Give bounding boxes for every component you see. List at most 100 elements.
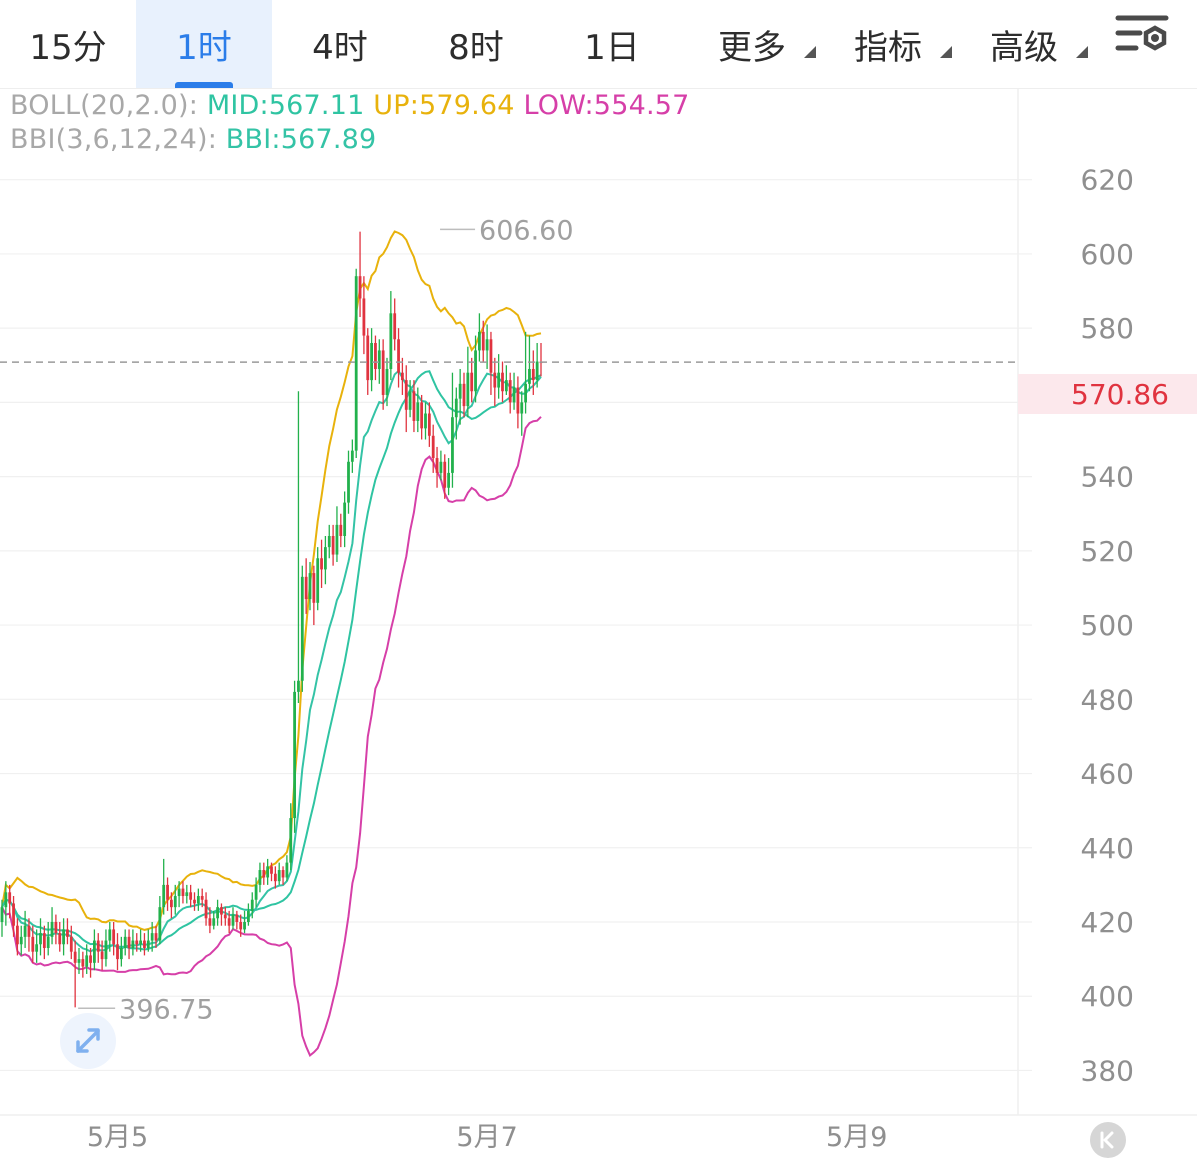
candle — [489, 331, 493, 395]
candle — [504, 365, 508, 395]
candle-body — [243, 922, 246, 930]
candle — [354, 268, 358, 459]
candle — [81, 951, 85, 978]
candle — [50, 907, 54, 945]
candle — [116, 933, 119, 971]
expand-arrows-glyph — [76, 1028, 100, 1053]
candle — [39, 918, 42, 956]
candle — [327, 524, 331, 559]
chart-settings-icon[interactable] — [1112, 6, 1174, 68]
candle-body — [8, 892, 12, 904]
tab-15min[interactable]: 15分 — [0, 0, 136, 88]
candle — [370, 328, 373, 392]
candle-body — [504, 380, 508, 392]
tab-more[interactable]: 更多 — [690, 0, 816, 88]
y-tick-label: 440 — [1081, 832, 1134, 865]
candle — [401, 357, 404, 395]
candle — [539, 343, 543, 377]
candle-body — [404, 380, 408, 410]
candle-body — [112, 929, 116, 945]
candle-body — [154, 933, 158, 941]
candle — [381, 339, 385, 410]
candle — [458, 368, 462, 425]
candle-body — [497, 372, 501, 388]
candle — [258, 862, 262, 893]
boll-low-value: LOW:554.57 — [523, 90, 690, 121]
candle — [447, 458, 450, 496]
candle-body — [454, 398, 458, 418]
tab-1hour[interactable]: 1时 — [136, 0, 272, 88]
y-tick-label: 420 — [1081, 906, 1134, 939]
candle-body — [204, 899, 208, 919]
candle — [19, 925, 23, 956]
candle-body — [451, 417, 454, 473]
candle-body — [62, 929, 65, 945]
candle-body — [508, 380, 512, 403]
candle-body — [158, 907, 162, 941]
candle-body — [247, 910, 250, 922]
candle — [281, 866, 285, 885]
kline-chart[interactable]: 3804004204404604805005205405605806006205… — [0, 0, 1197, 1156]
candle — [273, 866, 277, 889]
candle-body — [462, 383, 466, 407]
candle-body — [270, 866, 273, 874]
scroll-to-latest-icon[interactable] — [1090, 1122, 1126, 1158]
candle-body — [297, 680, 300, 692]
candle — [62, 918, 65, 956]
candle — [339, 513, 343, 548]
candle-body — [416, 402, 420, 421]
tab-label: 高级 — [990, 27, 1058, 68]
candle — [104, 929, 108, 967]
candle-body — [520, 402, 524, 414]
candle-body — [366, 335, 370, 381]
tab-8hour[interactable]: 8时 — [408, 0, 544, 88]
tab-4hour[interactable]: 4时 — [272, 0, 408, 88]
candle-body — [123, 936, 127, 948]
candle — [524, 331, 527, 414]
current-price-label: 570.86 — [1071, 377, 1169, 411]
candle — [374, 335, 377, 381]
candle — [54, 914, 58, 945]
candle-body — [324, 547, 327, 570]
candle — [331, 524, 335, 566]
boll-legend: BOLL(20,2.0): MID:567.11 UP:579.64 LOW:5… — [10, 90, 690, 121]
candle-body — [146, 940, 150, 948]
x-tick-label: 5月7 — [456, 1122, 517, 1153]
candle — [393, 298, 397, 351]
candle — [131, 929, 135, 956]
candle-body — [46, 936, 50, 948]
candle-body — [374, 343, 377, 369]
scroll-to-latest-glyph — [1100, 1131, 1114, 1149]
candle-body — [77, 959, 81, 963]
tab-indicators[interactable]: 指标 — [826, 0, 952, 88]
boll-name: BOLL(20,2.0): — [10, 90, 199, 121]
candle-body — [481, 331, 485, 351]
boll-up-value: UP:579.64 — [373, 90, 515, 121]
tab-advanced[interactable]: 高级 — [962, 0, 1088, 88]
tab-1day[interactable]: 1日 — [544, 0, 680, 88]
candle — [462, 372, 466, 418]
candle-body — [66, 929, 69, 937]
candle-body — [385, 368, 389, 395]
candle — [470, 357, 474, 403]
candle — [424, 402, 427, 440]
candle — [285, 855, 289, 882]
boll-mid-value: MID:567.11 — [206, 90, 365, 121]
candle-body — [93, 940, 96, 963]
candle-body — [193, 899, 196, 904]
candle-body — [131, 940, 135, 948]
candle-body — [127, 936, 131, 948]
candle-body — [277, 870, 281, 882]
candle-body — [100, 951, 104, 960]
candle-body — [412, 391, 416, 421]
candle-body — [273, 873, 277, 882]
candle-body — [239, 922, 243, 930]
candle — [277, 862, 281, 885]
y-tick-label: 580 — [1081, 312, 1134, 345]
y-tick-label: 380 — [1081, 1054, 1134, 1087]
candle-body — [489, 339, 493, 373]
candle-body — [493, 372, 497, 388]
expand-arrows-icon[interactable] — [60, 1013, 116, 1069]
candle-body — [439, 461, 443, 473]
candle-body — [58, 933, 62, 945]
